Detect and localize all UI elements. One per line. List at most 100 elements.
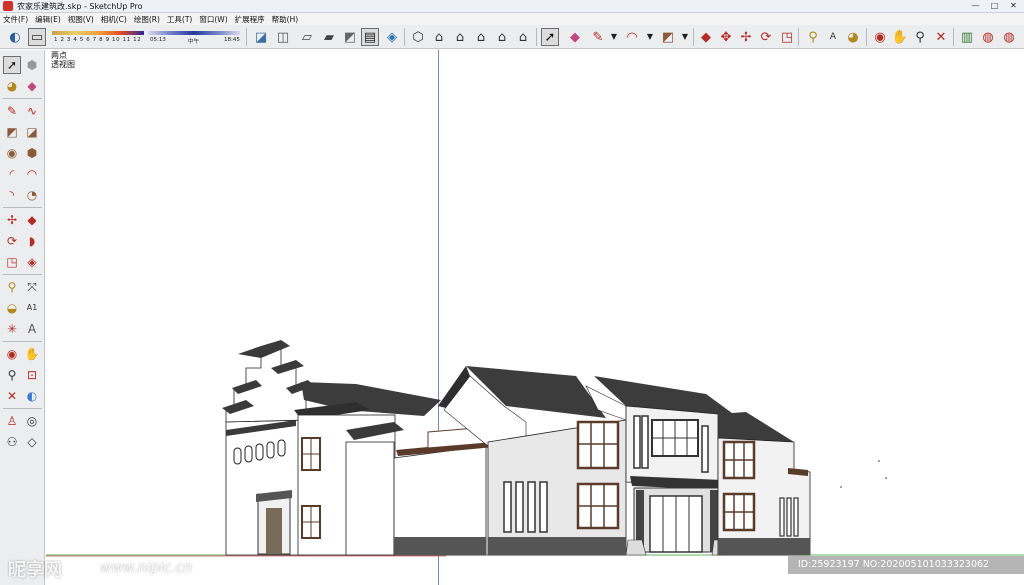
offset-tool-icon[interactable]: ◈ [23,253,41,271]
maximize-button[interactable]: □ [986,0,1003,11]
minimize-button[interactable]: — [967,0,984,11]
left-view-icon[interactable]: ⌂ [514,28,532,46]
shadow-time-slider[interactable]: 05:13 中午 18:45 [148,29,240,45]
sketchup-app-icon [3,1,13,11]
follow-me-tool-icon[interactable]: ✥ [717,28,735,46]
zoom-tool-icon[interactable]: ⚲ [911,28,929,46]
rectangle-tool-icon[interactable]: ◩ [659,28,677,46]
wireframe-icon[interactable]: ▱ [298,28,316,46]
freehand-tool-icon[interactable]: ∿ [23,102,41,120]
rotated-rectangle-icon[interactable]: ◪ [23,123,41,141]
front-view-icon[interactable]: ⌂ [451,28,469,46]
main-toolbar: ◐ ▭ 1 2 3 4 5 6 7 8 9 10 11 12 05:13 中午 … [0,25,1024,49]
rotate-tool-icon[interactable]: ⟳ [3,232,21,250]
tape-measure-icon[interactable]: ⚲ [3,278,21,296]
toolbar-separator [3,98,42,99]
shadow-date-slider[interactable]: 1 2 3 4 5 6 7 8 9 10 11 12 [52,29,144,45]
paint-bucket-icon[interactable]: ◕ [844,28,862,46]
scale-tool-icon[interactable]: ◳ [3,253,21,271]
axes-tool-icon[interactable]: ✳ [3,320,21,338]
toolbar-separator [3,341,42,342]
menu-file[interactable]: 文件(F) [3,14,28,25]
orbit-tool-icon[interactable]: ◉ [871,28,889,46]
polygon-tool-icon[interactable]: ⬢ [23,144,41,162]
tape-measure-icon[interactable]: ⚲ [804,28,822,46]
zoom-window-icon[interactable]: ⊡ [23,366,41,384]
watermark-logo: 昵享网 [8,560,62,581]
text-tool-icon[interactable]: A [824,28,842,46]
select-tool-icon[interactable]: ➚ [3,56,21,74]
shadow-toggle-icon[interactable]: ◐ [6,28,24,46]
warehouse-icon[interactable]: ◍ [979,28,997,46]
pan-tool-icon[interactable]: ✋ [23,345,41,363]
zoom-extents-icon[interactable]: ✕ [3,387,21,405]
menu-help[interactable]: 帮助(H) [272,14,299,25]
two-point-arc-icon[interactable]: ◠ [23,165,41,183]
position-camera-icon[interactable]: ♙ [3,412,21,430]
menu-camera[interactable]: 相机(C) [101,14,127,25]
toolbar-separator [404,28,405,46]
close-button[interactable]: ✕ [1005,0,1022,11]
back-view-icon[interactable]: ⌂ [493,28,511,46]
chevron-down-icon[interactable]: ▼ [641,28,659,46]
look-around-icon[interactable]: ◎ [23,412,41,430]
toolbar-separator [246,28,247,46]
previous-view-icon[interactable]: ◐ [23,387,41,405]
menu-view[interactable]: 视图(V) [68,14,94,25]
window-controls: — □ ✕ [967,0,1022,11]
menu-draw[interactable]: 绘图(R) [134,14,160,25]
time-mid-label: 中午 [188,39,200,45]
protractor-tool-icon[interactable]: ◒ [3,299,21,317]
make-component-icon[interactable]: ⬢ [23,56,41,74]
dimension-tool-icon[interactable]: ⤧ [23,278,41,296]
shaded-icon[interactable]: ◩ [341,28,359,46]
shaded-with-textures-icon[interactable]: ▤ [361,28,379,46]
move-tool-icon[interactable]: ✢ [737,28,755,46]
right-wing [717,412,811,556]
iso-view-icon[interactable]: ⬡ [409,28,427,46]
xray-style-icon[interactable]: ◪ [252,28,270,46]
pie-tool-icon[interactable]: ◔ [23,186,41,204]
three-point-arc-icon[interactable]: ◝ [3,186,21,204]
hidden-line-icon[interactable]: ▰ [320,28,338,46]
menu-extensions[interactable]: 扩展程序 [235,14,265,25]
3d-text-icon[interactable]: A [23,320,41,338]
zoom-tool-icon[interactable]: ⚲ [3,366,21,384]
menu-edit[interactable]: 编辑(E) [35,14,61,25]
viewport-canvas[interactable]: 两点 透视图 [46,50,1024,585]
right-view-icon[interactable]: ⌂ [472,28,490,46]
back-edges-icon[interactable]: ◫ [274,28,292,46]
rotate-tool-icon[interactable]: ⟳ [757,28,775,46]
circle-tool-icon[interactable]: ◉ [3,144,21,162]
select-tool-icon[interactable]: ➚ [541,28,559,46]
arc-tool-icon[interactable]: ◜ [3,165,21,183]
building-model[interactable] [46,50,1024,585]
walk-tool-icon[interactable]: ⚇ [3,433,21,451]
move-tool-icon[interactable]: ✢ [3,211,21,229]
chevron-down-icon[interactable]: ▼ [676,28,694,46]
text-tool-icon[interactable]: A1 [23,299,41,317]
zoom-extents-icon[interactable]: ✕ [932,28,950,46]
chevron-down-icon[interactable]: ▼ [605,28,623,46]
follow-me-tool-icon[interactable]: ◗ [23,232,41,250]
paint-bucket-icon[interactable]: ◕ [3,77,21,95]
menu-window[interactable]: 窗口(W) [199,14,227,25]
eraser-tool-icon[interactable]: ◆ [23,77,41,95]
orbit-tool-icon[interactable]: ◉ [3,345,21,363]
line-tool-icon[interactable]: ✎ [3,102,21,120]
extension-warehouse-icon[interactable]: ◍ [1000,28,1018,46]
rectangle-tool-icon[interactable]: ◩ [3,123,21,141]
date-slider-track [52,31,144,35]
push-pull-tool-icon[interactable]: ◆ [697,28,715,46]
monochrome-icon[interactable]: ◈ [383,28,401,46]
menu-tools[interactable]: 工具(T) [167,14,192,25]
eraser-tool-icon[interactable]: ◆ [566,28,584,46]
pan-tool-icon[interactable]: ✋ [891,28,909,46]
scale-tool-icon[interactable]: ◳ [778,28,796,46]
section-plane-icon[interactable]: ◇ [23,433,41,451]
arc-tool-icon[interactable]: ◠ [623,28,641,46]
component-window-icon[interactable]: ▥ [958,28,976,46]
top-view-icon[interactable]: ⌂ [430,28,448,46]
fog-toggle-icon[interactable]: ▭ [28,28,46,46]
push-pull-tool-icon[interactable]: ◆ [23,211,41,229]
